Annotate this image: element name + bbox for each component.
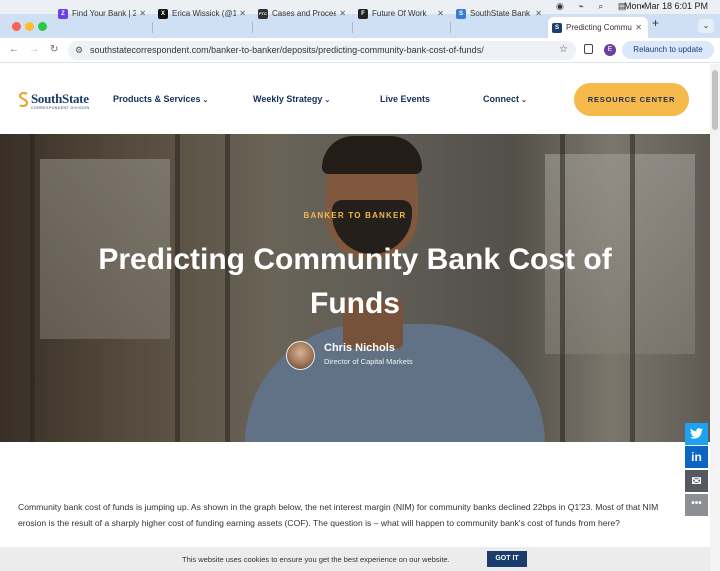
tab-favicon-icon: S	[456, 8, 466, 19]
linkedin-icon: in	[691, 450, 702, 464]
back-arrow-icon[interactable]: ←	[9, 44, 19, 55]
chevron-down-icon: ⌄	[324, 97, 331, 104]
nav-products-services[interactable]: Products & Services ⌄	[113, 94, 208, 104]
tab-divider	[152, 22, 153, 33]
more-dots-icon: •••	[691, 498, 702, 509]
tab-favicon-icon: Z	[58, 8, 68, 19]
new-tab-icon[interactable]: +	[652, 16, 659, 30]
forward-arrow-icon[interactable]: →	[29, 44, 39, 55]
menu-bar-clock[interactable]: Mon Mar 18 6:01 PM	[624, 1, 708, 11]
author-name[interactable]: Chris Nichols	[324, 342, 395, 354]
author-avatar	[286, 341, 315, 370]
nav-weekly-strategy[interactable]: Weekly Strategy ⌄	[253, 94, 330, 104]
tab-title: SouthState Bank |	[470, 9, 533, 18]
tab-divider	[450, 22, 451, 33]
browser-tab[interactable]: Z Find Your Bank | 2 ✕	[54, 3, 152, 24]
share-twitter-button[interactable]	[685, 423, 708, 445]
site-settings-icon[interactable]: ⚙	[75, 45, 83, 56]
tab-title: Predicting Commu	[566, 23, 632, 32]
tab-title: Erica Wissick (@1	[172, 9, 237, 18]
browser-tab-active[interactable]: S Predicting Commu ✕	[548, 17, 648, 38]
tab-divider	[352, 22, 353, 33]
site-header: SouthState CORRESPONDENT DIVISION Produc…	[0, 64, 710, 134]
browser-tab[interactable]: F Future Of Work ✕	[354, 3, 450, 24]
twitter-bird-icon	[690, 428, 703, 439]
nav-label: Connect	[483, 94, 519, 104]
southstate-logo-icon[interactable]	[19, 92, 28, 107]
zoom-window-button[interactable]	[38, 22, 47, 31]
tab-favicon-icon: F	[358, 8, 368, 19]
nav-label: Weekly Strategy	[253, 94, 323, 104]
tab-divider	[252, 22, 253, 33]
nav-live-events[interactable]: Live Events	[380, 94, 430, 104]
author-role: Director of Capital Markets	[324, 357, 413, 366]
scrollbar-thumb[interactable]	[712, 70, 718, 130]
reload-icon[interactable]: ↻	[50, 44, 58, 55]
browser-tab[interactable]: FTC Cases and Procee ✕	[254, 3, 352, 24]
resource-center-button[interactable]: RESOURCE CENTER	[574, 83, 689, 116]
chevron-down-icon: ⌄	[202, 97, 209, 104]
tab-favicon-icon: FTC	[258, 8, 268, 19]
article-intro-paragraph: Community bank cost of funds is jumping …	[18, 502, 659, 528]
nav-connect[interactable]: Connect ⌄	[483, 94, 527, 104]
tab-favicon-icon: X	[158, 8, 168, 19]
close-tab-icon[interactable]: ✕	[139, 9, 146, 18]
page-title: Predicting Community Bank Cost of Funds	[98, 243, 612, 320]
close-tab-icon[interactable]: ✕	[437, 9, 444, 18]
relaunch-to-update-button[interactable]: Relaunch to update	[622, 41, 714, 59]
cookie-accept-button[interactable]: GOT IT	[487, 551, 527, 567]
tab-title: Cases and Procee	[272, 9, 337, 18]
minimize-window-button[interactable]	[25, 22, 34, 31]
profile-avatar[interactable]: E	[604, 44, 616, 56]
share-email-button[interactable]: ✉	[685, 470, 708, 492]
site-logo[interactable]: SouthState	[31, 91, 89, 107]
article-category-link[interactable]: BANKER TO BANKER	[0, 211, 710, 220]
bookmark-star-icon[interactable]: ☆	[559, 44, 568, 55]
browser-tab[interactable]: S SouthState Bank | ✕	[452, 3, 548, 24]
close-tab-icon[interactable]: ✕	[635, 23, 642, 32]
envelope-icon: ✉	[691, 474, 702, 488]
share-more-button[interactable]: •••	[685, 494, 708, 516]
chevron-down-icon: ⌄	[521, 97, 527, 104]
site-logo-subtitle: CORRESPONDENT DIVISION	[31, 106, 90, 110]
page-scrollbar[interactable]	[710, 64, 720, 571]
cookie-banner: This website uses cookies to ensure you …	[0, 547, 710, 571]
address-bar-url[interactable]: southstatecorrespondent.com/banker-to-ba…	[90, 45, 484, 55]
close-window-button[interactable]	[12, 22, 21, 31]
close-tab-icon[interactable]: ✕	[339, 9, 346, 18]
share-linkedin-button[interactable]: in	[685, 446, 708, 468]
close-tab-icon[interactable]: ✕	[535, 9, 542, 18]
close-tab-icon[interactable]: ✕	[239, 9, 246, 18]
cookie-message: This website uses cookies to ensure you …	[182, 555, 450, 564]
tab-search-chevron-icon[interactable]: ⌄	[698, 19, 714, 33]
tab-title: Future Of Work	[372, 9, 427, 18]
tab-title: Find Your Bank | 2	[72, 9, 137, 18]
tab-favicon-icon: S	[552, 22, 562, 33]
side-panel-icon[interactable]	[584, 44, 593, 54]
nav-label: Products & Services	[113, 94, 201, 104]
address-bar[interactable]: ⚙ southstatecorrespondent.com/banker-to-…	[68, 41, 576, 60]
browser-tab[interactable]: X Erica Wissick (@1 ✕	[154, 3, 252, 24]
